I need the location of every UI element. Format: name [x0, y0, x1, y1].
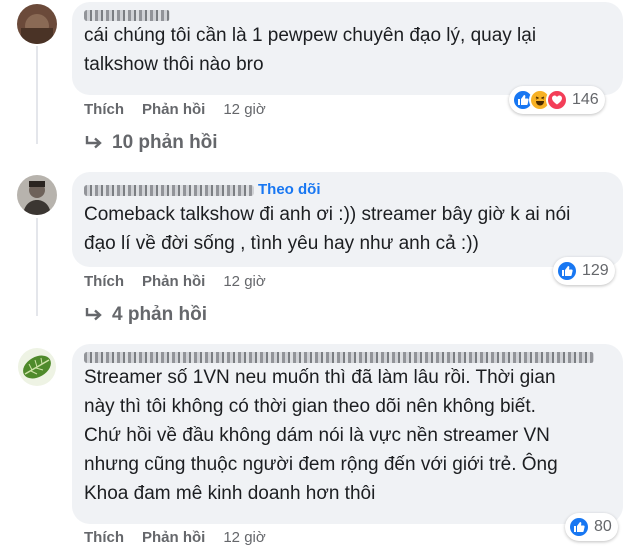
reaction-summary[interactable]: 146	[509, 86, 605, 114]
comment-actions: Thích Phản hồi 12 giờ	[84, 273, 266, 290]
comment-text: cái chúng tôi cần là 1 pewpew chuyên đạo…	[84, 25, 537, 75]
like-button[interactable]: Thích	[84, 273, 124, 290]
like-button[interactable]: Thích	[84, 101, 124, 118]
author-name-blurred	[84, 184, 254, 196]
avatar[interactable]	[17, 347, 57, 387]
avatar-image	[17, 4, 57, 44]
author-name-blurred	[84, 10, 170, 21]
reply-button[interactable]: Phản hồi	[142, 273, 205, 290]
reply-button[interactable]: Phản hồi	[142, 101, 205, 118]
avatar-image	[17, 347, 57, 387]
comment-bubble: cái chúng tôi cần là 1 pewpew chuyên đạo…	[72, 2, 623, 95]
replies-count: 10 phản hồi	[112, 132, 218, 153]
follow-button[interactable]: Theo dõi	[258, 180, 321, 200]
comment-bubble: Theo dõi Comeback talkshow đi anh ơi :))…	[72, 172, 623, 267]
reaction-summary[interactable]: 80	[565, 513, 618, 541]
comment-actions: Thích Phản hồi 12 giờ	[84, 529, 266, 546]
thread-line	[36, 46, 38, 144]
comment-author[interactable]	[84, 10, 611, 21]
like-icon	[556, 260, 578, 282]
comment-time[interactable]: 12 giờ	[223, 273, 265, 290]
like-button[interactable]: Thích	[84, 529, 124, 546]
comment-text: Streamer số 1VN neu muốn thì đã làm lâu …	[84, 367, 558, 504]
thread-line	[36, 218, 38, 316]
reaction-count: 129	[582, 262, 609, 279]
comment-time[interactable]: 12 giờ	[223, 101, 265, 118]
comment-author[interactable]	[84, 352, 611, 363]
view-replies-button[interactable]: 4 phản hồi	[84, 304, 207, 326]
reaction-count: 80	[594, 518, 612, 535]
comment-author[interactable]: Theo dõi	[84, 180, 611, 200]
author-name-blurred	[84, 352, 594, 363]
reply-arrow-icon	[85, 308, 102, 321]
love-icon	[546, 89, 568, 111]
reply-button[interactable]: Phản hồi	[142, 529, 205, 546]
comment-time[interactable]: 12 giờ	[223, 529, 265, 546]
avatar[interactable]	[17, 4, 57, 44]
replies-count: 4 phản hồi	[112, 304, 207, 325]
like-icon	[568, 516, 590, 538]
reaction-count: 146	[572, 91, 599, 108]
reply-arrow-icon	[85, 136, 102, 149]
comment-text: Comeback talkshow đi anh ơi :)) streamer…	[84, 204, 571, 254]
avatar-image	[17, 175, 57, 215]
avatar[interactable]	[17, 175, 57, 215]
comment-actions: Thích Phản hồi 12 giờ	[84, 101, 266, 118]
comment-bubble: Streamer số 1VN neu muốn thì đã làm lâu …	[72, 344, 623, 524]
view-replies-button[interactable]: 10 phản hồi	[84, 132, 218, 154]
reaction-summary[interactable]: 129	[553, 257, 615, 285]
